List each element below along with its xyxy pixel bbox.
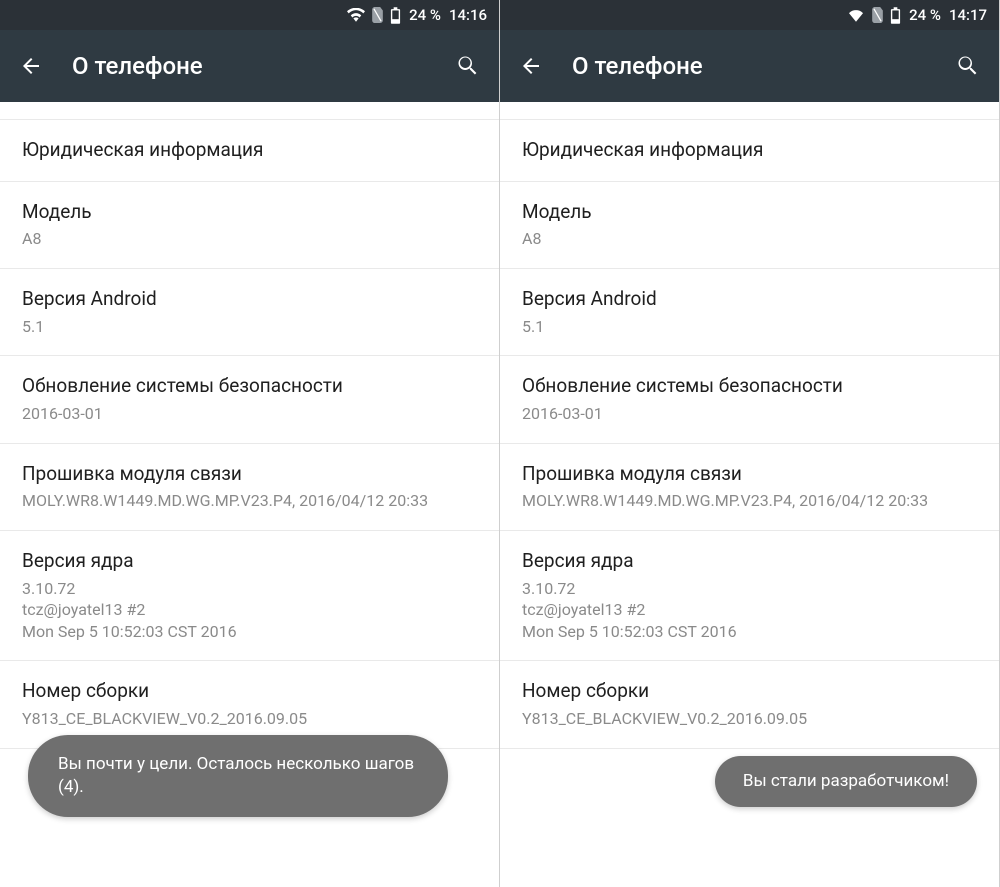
toast-developer-steps: Вы почти у цели. Осталось несколько шаго… bbox=[28, 735, 448, 817]
toast-developer-enabled: Вы стали разработчиком! bbox=[715, 756, 977, 807]
row-label: Номер сборки bbox=[522, 679, 977, 704]
row-value: MOLY.WR8.W1449.MD.WG.MP.V23.P4, 2016/04/… bbox=[22, 490, 477, 512]
row-kernel[interactable]: Версия ядра 3.10.72 tcz@joyatel13 #2 Mon… bbox=[0, 531, 499, 661]
row-label: Прошивка модуля связи bbox=[22, 462, 477, 487]
phone-screen-left: 24 % 14:16 О телефоне Юридическая информ… bbox=[0, 0, 500, 887]
battery-icon bbox=[390, 7, 401, 24]
row-security-patch[interactable]: Обновление системы безопасности 2016-03-… bbox=[0, 356, 499, 443]
list-peek bbox=[500, 102, 999, 120]
row-label: Юридическая информация bbox=[522, 138, 977, 163]
battery-percent: 24 % bbox=[909, 6, 941, 24]
row-label: Обновление системы безопасности bbox=[22, 374, 477, 399]
row-baseband[interactable]: Прошивка модуля связи MOLY.WR8.W1449.MD.… bbox=[500, 444, 999, 531]
row-kernel[interactable]: Версия ядра 3.10.72 tcz@joyatel13 #2 Mon… bbox=[500, 531, 999, 661]
phone-screen-right: 24 % 14:17 О телефоне Юридическая информ… bbox=[500, 0, 1000, 887]
row-value: A8 bbox=[22, 228, 477, 250]
row-label: Версия ядра bbox=[22, 549, 477, 574]
row-value: 3.10.72 tcz@joyatel13 #2 Mon Sep 5 10:52… bbox=[522, 578, 977, 643]
battery-icon bbox=[890, 7, 901, 24]
row-model[interactable]: Модель A8 bbox=[500, 182, 999, 269]
wifi-icon bbox=[347, 8, 365, 22]
status-icons bbox=[847, 7, 901, 24]
row-label: Номер сборки bbox=[22, 679, 477, 704]
row-label: Юридическая информация bbox=[22, 138, 477, 163]
row-label: Обновление системы безопасности bbox=[522, 374, 977, 399]
row-value: Y813_CE_BLACKVIEW_V0.2_2016.09.05 bbox=[22, 708, 477, 730]
row-label: Версия Android bbox=[522, 287, 977, 312]
row-value: 2016-03-01 bbox=[522, 403, 977, 425]
row-value: 3.10.72 tcz@joyatel13 #2 Mon Sep 5 10:52… bbox=[22, 578, 477, 643]
status-bar: 24 % 14:17 bbox=[500, 0, 999, 30]
row-android-version[interactable]: Версия Android 5.1 bbox=[0, 269, 499, 356]
row-label: Версия ядра bbox=[522, 549, 977, 574]
sim-icon bbox=[371, 7, 384, 23]
row-legal-info[interactable]: Юридическая информация bbox=[0, 120, 499, 182]
back-button[interactable] bbox=[518, 53, 544, 79]
row-value: 2016-03-01 bbox=[22, 403, 477, 425]
row-value: Y813_CE_BLACKVIEW_V0.2_2016.09.05 bbox=[522, 708, 977, 730]
toast-text: Вы почти у цели. Осталось несколько шаго… bbox=[58, 754, 414, 797]
row-security-patch[interactable]: Обновление системы безопасности 2016-03-… bbox=[500, 356, 999, 443]
app-bar: О телефоне bbox=[0, 30, 499, 102]
row-value: A8 bbox=[522, 228, 977, 250]
toast-text: Вы стали разработчиком! bbox=[743, 771, 949, 791]
back-button[interactable] bbox=[18, 53, 44, 79]
wifi-icon bbox=[847, 8, 865, 22]
row-label: Модель bbox=[22, 200, 477, 225]
row-value: 5.1 bbox=[22, 316, 477, 338]
row-value: 5.1 bbox=[522, 316, 977, 338]
row-label: Версия Android bbox=[22, 287, 477, 312]
row-value: MOLY.WR8.W1449.MD.WG.MP.V23.P4, 2016/04/… bbox=[522, 490, 977, 512]
status-bar: 24 % 14:16 bbox=[0, 0, 499, 30]
sim-icon bbox=[871, 7, 884, 23]
clock: 14:17 bbox=[949, 6, 987, 24]
page-title: О телефоне bbox=[72, 52, 455, 80]
clock: 14:16 bbox=[449, 6, 487, 24]
page-title: О телефоне bbox=[572, 52, 955, 80]
search-button[interactable] bbox=[955, 53, 981, 79]
status-icons bbox=[347, 7, 401, 24]
row-android-version[interactable]: Версия Android 5.1 bbox=[500, 269, 999, 356]
row-label: Модель bbox=[522, 200, 977, 225]
row-label: Прошивка модуля связи bbox=[522, 462, 977, 487]
row-build-number[interactable]: Номер сборки Y813_CE_BLACKVIEW_V0.2_2016… bbox=[500, 661, 999, 748]
list-peek bbox=[0, 102, 499, 120]
search-button[interactable] bbox=[455, 53, 481, 79]
app-bar: О телефоне bbox=[500, 30, 999, 102]
row-legal-info[interactable]: Юридическая информация bbox=[500, 120, 999, 182]
battery-percent: 24 % bbox=[409, 6, 441, 24]
row-baseband[interactable]: Прошивка модуля связи MOLY.WR8.W1449.MD.… bbox=[0, 444, 499, 531]
row-model[interactable]: Модель A8 bbox=[0, 182, 499, 269]
